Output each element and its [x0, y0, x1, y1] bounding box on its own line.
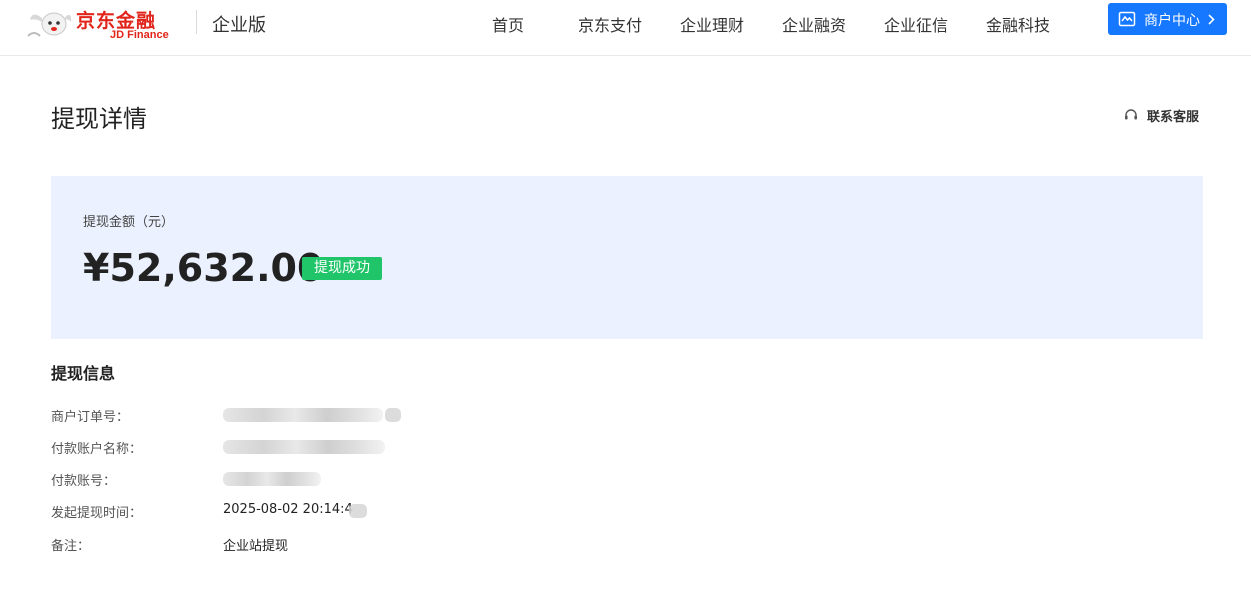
payer-account-name-label: 付款账户名称： — [51, 442, 143, 457]
jd-finance-logo[interactable]: 京东金融 JD Finance — [26, 4, 176, 44]
storefront-icon — [1118, 11, 1136, 27]
jd-dog-logo-icon — [27, 12, 72, 37]
contact-support-label: 联系客服 — [1147, 110, 1200, 125]
remark-value: 企业站提现 — [223, 539, 289, 554]
payer-account-number-label: 付款账号： — [51, 474, 117, 489]
info-row-payer-account-number: 付款账号： — [51, 470, 651, 490]
nav-enterprise-wealth[interactable]: 企业理财 — [680, 12, 744, 36]
payer-account-name-value-redacted — [223, 440, 385, 454]
info-row-payer-account-name: 付款账户名称： — [51, 438, 651, 458]
headset-icon — [1125, 109, 1137, 120]
info-row-initiated-time: 发起提现时间： 2025-08-02 20:14:4 — [51, 502, 651, 522]
initiated-time-label: 发起提现时间： — [51, 506, 143, 521]
nav-jd-pay[interactable]: 京东支付 — [578, 12, 642, 36]
redaction-mark — [385, 408, 401, 422]
nav-enterprise-financing[interactable]: 企业融资 — [782, 12, 846, 36]
merchant-center-button[interactable]: 商户中心 — [1108, 3, 1227, 35]
amount-label: 提现金额（元） — [83, 215, 175, 230]
edition-label: 企业版 — [212, 15, 266, 36]
status-badge: 提现成功 — [302, 257, 382, 280]
merchant-order-label: 商户订单号： — [51, 410, 130, 425]
merchant-order-value-redacted — [223, 408, 383, 422]
top-header: 京东金融 JD Finance 企业版 首页 京东支付 企业理财 企业融资 企业… — [0, 0, 1251, 56]
logo-english-text: JD Finance — [110, 29, 169, 41]
initiated-time-value: 2025-08-02 20:14:4 — [223, 502, 353, 517]
remark-label: 备注： — [51, 539, 91, 554]
page-title: 提现详情 — [51, 105, 147, 133]
merchant-center-label: 商户中心 — [1144, 13, 1200, 29]
section-title-withdrawal-info: 提现信息 — [51, 364, 116, 383]
chevron-right-icon — [1208, 14, 1215, 25]
payer-account-number-value-redacted — [223, 472, 321, 486]
nav-enterprise-credit[interactable]: 企业征信 — [884, 12, 948, 36]
withdrawal-amount-card: 提现金额（元） ¥52,632.00 提现成功 — [51, 176, 1203, 339]
info-row-merchant-order: 商户订单号： — [51, 406, 651, 426]
info-row-remark: 备注： 企业站提现 — [51, 535, 651, 555]
nav-home[interactable]: 首页 — [492, 12, 524, 36]
redaction-mark — [349, 504, 367, 518]
header-divider — [196, 10, 197, 34]
amount-value: ¥52,632.00 — [83, 246, 324, 290]
nav-fintech[interactable]: 金融科技 — [986, 12, 1050, 36]
